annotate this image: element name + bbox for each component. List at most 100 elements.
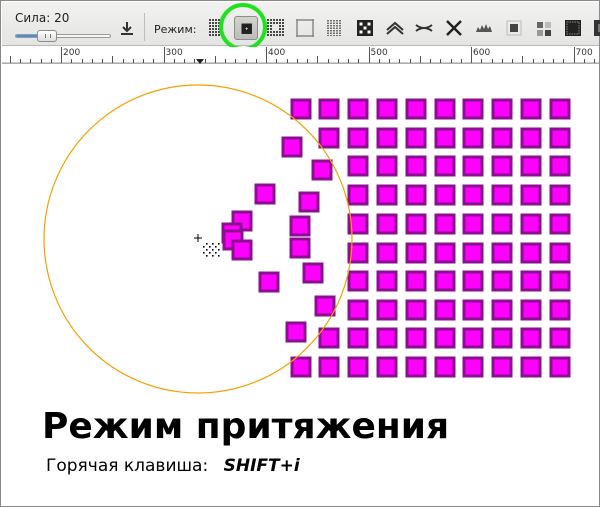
canvas-object[interactable]	[491, 242, 513, 264]
canvas-object[interactable]	[434, 127, 456, 149]
canvas-object[interactable]	[376, 184, 398, 206]
canvas-object[interactable]	[314, 295, 336, 317]
canvas-object[interactable]	[347, 155, 369, 177]
paint-mode-button[interactable]	[531, 16, 555, 40]
canvas-object[interactable]	[549, 184, 571, 206]
canvas-object[interactable]	[376, 98, 398, 120]
canvas-object[interactable]	[462, 299, 484, 321]
canvas-object[interactable]	[347, 127, 369, 149]
canvas-object[interactable]	[405, 184, 427, 206]
canvas-object[interactable]	[318, 327, 340, 349]
canvas-object[interactable]	[549, 299, 571, 321]
canvas-object[interactable]	[347, 299, 369, 321]
canvas-object[interactable]	[520, 299, 542, 321]
canvas-object[interactable]	[462, 270, 484, 292]
canvas-object[interactable]	[491, 155, 513, 177]
shrink-mode-button[interactable]	[293, 16, 317, 40]
canvas-object[interactable]	[462, 356, 484, 378]
canvas-object[interactable]	[520, 98, 542, 120]
jitter-color-mode-button[interactable]	[561, 16, 585, 40]
canvas-object[interactable]	[311, 159, 333, 181]
canvas-object[interactable]	[462, 327, 484, 349]
canvas-object[interactable]	[520, 242, 542, 264]
canvas-object[interactable]	[549, 127, 571, 149]
save-defaults-button[interactable]	[117, 19, 137, 39]
canvas-object[interactable]	[405, 155, 427, 177]
jitter-mode-button[interactable]	[353, 16, 377, 40]
canvas-object[interactable]	[491, 98, 513, 120]
canvas-object[interactable]	[462, 127, 484, 149]
canvas-object[interactable]	[347, 356, 369, 378]
canvas-object[interactable]	[281, 136, 303, 158]
canvas-object[interactable]	[434, 327, 456, 349]
canvas-object[interactable]	[491, 299, 513, 321]
canvas-object[interactable]	[462, 213, 484, 235]
canvas-object[interactable]	[318, 127, 340, 149]
canvas-object[interactable]	[520, 213, 542, 235]
canvas-object[interactable]	[405, 327, 427, 349]
canvas-object[interactable]	[347, 270, 369, 292]
canvas-object[interactable]	[376, 127, 398, 149]
canvas-object[interactable]	[520, 327, 542, 349]
canvas-object[interactable]	[549, 155, 571, 177]
canvas-object[interactable]	[405, 270, 427, 292]
canvas-object[interactable]	[289, 215, 311, 237]
canvas-object[interactable]	[434, 270, 456, 292]
canvas-object[interactable]	[231, 239, 253, 261]
canvas-object[interactable]	[520, 356, 542, 378]
canvas-object[interactable]	[405, 213, 427, 235]
horizontal-ruler[interactable]: 200 300 400 500 600 700	[2, 47, 599, 64]
canvas-object[interactable]	[491, 184, 513, 206]
canvas-object[interactable]	[376, 327, 398, 349]
push-path-mode-button[interactable]	[442, 16, 466, 40]
canvas-object[interactable]	[549, 356, 571, 378]
canvas-object[interactable]	[347, 184, 369, 206]
canvas-object[interactable]	[318, 98, 340, 120]
canvas-object[interactable]	[376, 213, 398, 235]
canvas-object[interactable]	[549, 270, 571, 292]
canvas-object[interactable]	[298, 191, 320, 213]
scale-mode-button[interactable]	[412, 16, 436, 40]
canvas-object[interactable]	[405, 98, 427, 120]
canvas-object[interactable]	[376, 270, 398, 292]
canvas-object[interactable]	[376, 356, 398, 378]
canvas-object[interactable]	[434, 299, 456, 321]
canvas-object[interactable]	[491, 127, 513, 149]
strength-slider-handle[interactable]	[37, 30, 57, 42]
canvas-object[interactable]	[434, 98, 456, 120]
canvas-object[interactable]	[520, 155, 542, 177]
canvas-object[interactable]	[302, 262, 324, 284]
canvas-object[interactable]	[434, 184, 456, 206]
canvas-object[interactable]	[254, 183, 276, 205]
grow-mode-button[interactable]	[323, 16, 347, 40]
canvas-object[interactable]	[376, 155, 398, 177]
roughen-path-mode-button[interactable]	[502, 16, 526, 40]
blur-mode-button[interactable]	[590, 16, 600, 40]
canvas-object[interactable]	[405, 299, 427, 321]
canvas-object[interactable]	[491, 327, 513, 349]
canvas-object[interactable]	[318, 356, 340, 378]
canvas-object[interactable]	[405, 356, 427, 378]
canvas-object[interactable]	[347, 98, 369, 120]
canvas-object[interactable]	[549, 327, 571, 349]
canvas-object[interactable]	[434, 213, 456, 235]
canvas-object[interactable]	[462, 155, 484, 177]
canvas-object[interactable]	[549, 213, 571, 235]
canvas-object[interactable]	[520, 184, 542, 206]
canvas-object[interactable]	[405, 127, 427, 149]
canvas-object[interactable]	[549, 98, 571, 120]
canvas-object[interactable]	[549, 242, 571, 264]
canvas-object[interactable]	[290, 98, 312, 120]
canvas-object[interactable]	[285, 321, 307, 343]
canvas-object[interactable]	[520, 127, 542, 149]
canvas-object[interactable]	[434, 242, 456, 264]
canvas-object[interactable]	[491, 356, 513, 378]
canvas-object[interactable]	[376, 242, 398, 264]
canvas-object[interactable]	[290, 356, 312, 378]
shrink-path-mode-button[interactable]	[472, 16, 496, 40]
canvas-object[interactable]	[434, 356, 456, 378]
canvas-object[interactable]	[491, 270, 513, 292]
canvas-object[interactable]	[462, 98, 484, 120]
canvas-object[interactable]	[376, 299, 398, 321]
repel-mode-button[interactable]	[264, 16, 288, 40]
